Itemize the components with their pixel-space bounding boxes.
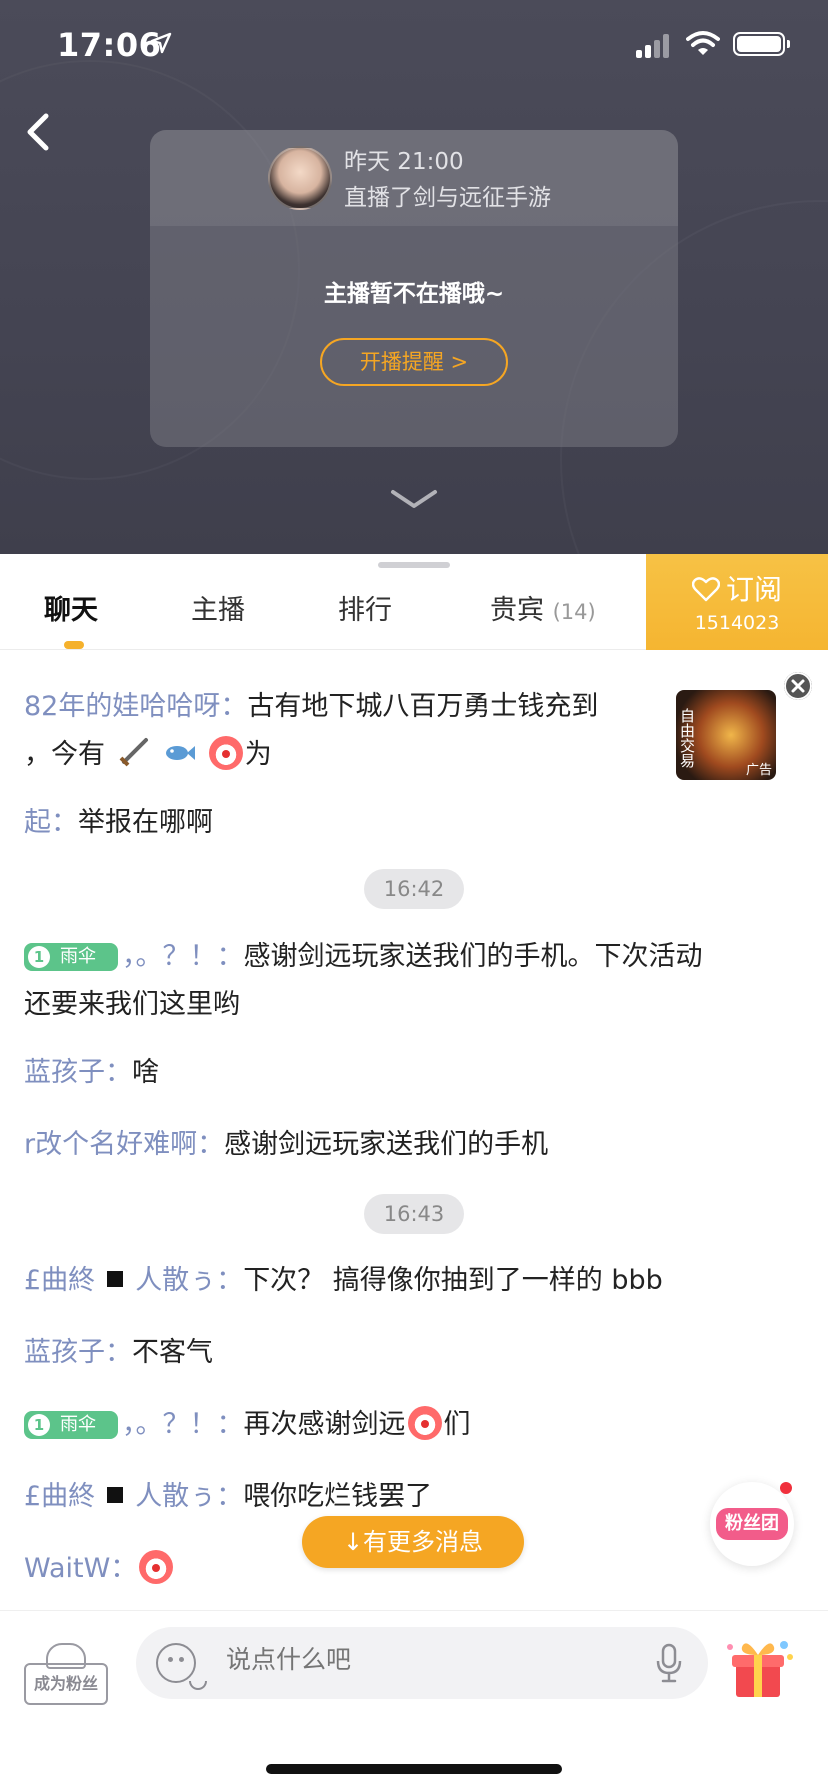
chat-message: £曲終 人散ぅ：喂你吃烂钱罢了 [24,1473,806,1521]
chat-username[interactable]: ，。？！： [122,1409,244,1440]
chat-timestamp: 16:43 [364,1194,464,1234]
last-live-header: 昨天 21:00 直播了剑与远征手游 [150,130,678,226]
chat-message: 蓝孩子：啥 [24,1049,806,1097]
chat-message: £曲終 人散ぅ：下次？ 搞得像你抽到了一样的 bbb [24,1257,806,1305]
subscribe-label-row: 订阅 [646,568,828,608]
tab-vip[interactable]: 贵宾 (14) [490,588,596,627]
chat-text: 啥 [132,1057,159,1088]
chat-text: 们 [443,1409,471,1440]
status-bar: 17:06 [0,0,828,90]
fan-club-button[interactable]: 粉丝团 [710,1482,794,1566]
chat-username[interactable]: 蓝孩子： [24,1337,132,1368]
live-remind-button[interactable]: 开播提醒 > [320,338,508,386]
subscribe-button[interactable]: 订阅 1514023 [646,554,828,650]
chat-username[interactable]: WaitW： [24,1553,137,1584]
chat-input-box[interactable] [136,1627,708,1699]
tab-chat[interactable]: 聊天 [44,588,98,627]
chat-text: 再次感谢剑远 [243,1409,406,1440]
chat-text: 为 [244,739,272,770]
sword-emoji [119,738,148,767]
down-arrow-icon: ↓ [342,1528,364,1556]
chat-message: 起：举报在哪啊 [24,799,806,847]
fan-badge-level: 1 [28,1414,50,1436]
chat-text: 感谢剑远玩家送我们的手机 [224,1129,549,1160]
battery-icon [733,32,790,56]
more-messages-label: 有更多消息 [363,1528,484,1556]
location-arrow-icon [150,32,172,54]
last-live-time: 昨天 21:00 [344,149,464,175]
chat-username-part: £曲終 [24,1481,96,1512]
chat-username[interactable]: 起： [24,807,78,838]
chat-username[interactable]: £曲終 人散ぅ： [24,1265,243,1296]
microphone-icon[interactable] [654,1643,684,1685]
chat-text: 还要来我们这里哟 [24,989,240,1020]
chat-text: 感谢剑远玩家送我们的手机。下次活动 [243,941,703,972]
chat-username[interactable]: ，。？！： [122,941,244,972]
gift-icon[interactable] [724,1633,796,1703]
ad-label: 广告 [745,763,772,778]
black-square-glyph [107,1487,124,1503]
ad-tag: 自由交易 [678,708,696,768]
fan-badge[interactable]: 1 雨伞 [24,1411,118,1439]
subscribe-label: 订阅 [725,573,782,606]
chat-username[interactable]: 蓝孩子： [24,1057,132,1088]
chat-message: 蓝孩子：不客气 [24,1329,806,1377]
clown-emoji [407,1406,442,1440]
chat-timestamp: 16:42 [364,869,464,909]
chat-username-part: 人散ぅ： [135,1265,244,1296]
chat-username[interactable]: £曲終 人散ぅ： [24,1481,243,1512]
chat-text: 举报在哪啊 [78,807,213,838]
black-square-glyph [107,1271,124,1287]
fish-emoji [166,746,196,760]
home-indicator[interactable] [266,1764,562,1774]
signal-icon [636,32,672,58]
last-live-game: 直播了剑与远征手游 [344,185,551,211]
tab-streamer[interactable]: 主播 [191,588,245,627]
clown-emoji [139,1550,174,1584]
chat-text: 不客气 [132,1337,213,1368]
clown-emoji [208,736,243,770]
chat-username[interactable]: 82年的娃哈哈呀： [24,691,247,722]
fan-badge-text: 雨伞 [60,946,96,967]
become-fan-button[interactable]: 成为粉丝 [24,1641,108,1707]
fan-badge-text: 雨伞 [60,1414,96,1435]
wifi-icon [686,31,720,55]
tab-vip-label: 贵宾 [490,595,544,626]
chat-list[interactable]: 82年的娃哈哈呀：古有地下城八百万勇士钱充到上 ，今有 为 起：举报在哪啊 16… [0,651,828,1611]
chat-text: 喂你吃烂钱罢了 [243,1481,433,1512]
drag-handle[interactable] [378,562,450,568]
active-tab-indicator [64,641,84,649]
fan-badge-level: 1 [28,946,50,968]
chat-username-part: 人散ぅ： [135,1481,244,1512]
live-stage: 17:06 昨天 21:00 直播了剑与远征手游 主播暂不在播哦~ 开播提醒 > [0,0,828,554]
fan-badge[interactable]: 1 雨伞 [24,943,118,971]
chat-message: 1 雨伞 ，。？！：再次感谢剑远 们 [24,1401,806,1449]
chevron-down-icon[interactable] [389,486,439,514]
chat-message: r改个名好难啊：感谢剑远玩家送我们的手机 [24,1121,806,1169]
notification-dot [780,1482,792,1494]
ad-banner[interactable]: 自由交易 广告 [676,690,776,780]
subscriber-count: 1514023 [694,612,780,634]
fan-club-label: 粉丝团 [716,1508,788,1540]
heart-icon [691,577,720,602]
become-fan-label: 成为粉丝 [24,1663,108,1705]
streamer-avatar[interactable] [268,146,332,210]
tab-vip-count: (14) [552,600,596,624]
emoji-icon[interactable] [156,1643,207,1690]
chat-message: 1 雨伞 ，。？！：感谢剑远玩家送我们的手机。下次活动 还要来我们这里哟 [24,933,806,1029]
status-time: 17:06 [57,26,162,64]
chat-username-part: £曲終 [24,1265,96,1296]
tab-ranking[interactable]: 排行 [338,588,392,627]
close-icon[interactable] [784,672,812,700]
more-messages-button[interactable]: ↓有更多消息 [302,1516,524,1568]
back-chevron-icon[interactable] [22,110,58,154]
chat-text: 古有地下城八百万勇士钱充到 [247,691,599,722]
chat-input[interactable] [226,1645,606,1674]
offline-notice: 主播暂不在播哦~ [323,281,505,307]
chat-text: 下次？ 搞得像你抽到了一样的 bbb [243,1265,663,1296]
chat-text: ，今有 [24,739,105,770]
last-live-card: 昨天 21:00 直播了剑与远征手游 主播暂不在播哦~ 开播提醒 > [150,130,678,447]
chat-username[interactable]: r改个名好难啊： [24,1129,224,1160]
